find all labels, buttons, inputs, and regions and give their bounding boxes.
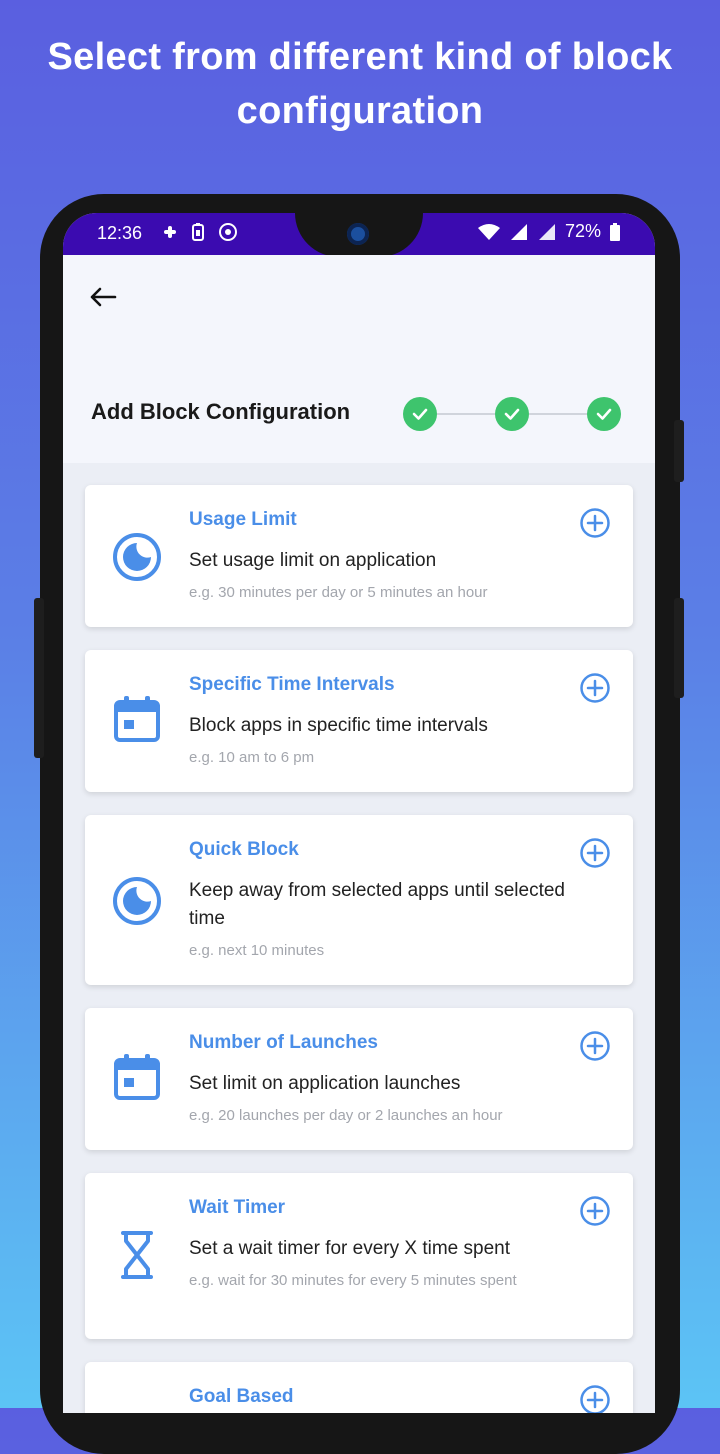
status-icons-right: 72% [477, 221, 621, 242]
add-circle-icon[interactable] [579, 1384, 611, 1413]
phone-side-button [674, 420, 684, 482]
slack-icon [164, 226, 176, 238]
settings-app-icon [219, 223, 237, 241]
card-description: Set limit on application launches [189, 1073, 461, 1094]
card-specific-time-intervals[interactable]: Specific Time Intervals Block apps in sp… [85, 650, 633, 792]
calendar-icon [114, 696, 160, 742]
phone-screen: 12:36 72% Add Block Configuration Usage … [63, 213, 655, 1413]
add-circle-icon[interactable] [579, 837, 611, 869]
card-description: Set usage limit on application [189, 550, 437, 571]
step-1-complete [403, 397, 437, 431]
calendar-icon [114, 1054, 160, 1100]
card-title: Goal Based [189, 1386, 294, 1407]
card-example: e.g. 20 launches per day or 2 launches a… [189, 1107, 503, 1124]
app-bar: Add Block Configuration [63, 255, 655, 463]
check-icon [504, 408, 520, 420]
signal-icon [538, 223, 555, 240]
card-description: Set a wait timer for every X time spent [189, 1238, 511, 1259]
wifi-icon [477, 223, 500, 240]
hourglass-icon [121, 1231, 153, 1279]
card-example: e.g. next 10 minutes [189, 942, 325, 959]
check-icon [596, 408, 612, 420]
promo-headline: Select from different kind of block conf… [47, 36, 673, 132]
add-circle-icon[interactable] [579, 507, 611, 539]
step-2-complete [495, 397, 529, 431]
card-quick-block[interactable]: Quick Block Keep away from selected apps… [85, 815, 633, 985]
battery-icon [610, 222, 620, 241]
card-description: Block apps in specific time intervals [189, 715, 488, 736]
step-3-complete [587, 397, 621, 431]
card-example: e.g. 30 minutes per day or 5 minutes an … [189, 584, 488, 601]
clock-moon-icon [113, 533, 161, 581]
step-connector [529, 413, 587, 415]
card-title: Number of Launches [189, 1032, 378, 1053]
card-title: Usage Limit [189, 509, 297, 530]
battery-saver-icon [192, 223, 204, 241]
signal-icon [510, 223, 527, 240]
add-circle-icon[interactable] [579, 672, 611, 704]
card-description: Keep away from selected apps until selec… [189, 880, 565, 929]
step-connector [437, 413, 495, 415]
card-title: Specific Time Intervals [189, 674, 395, 695]
card-usage-limit[interactable]: Usage Limit Set usage limit on applicati… [85, 485, 633, 627]
card-wait-timer[interactable]: Wait Timer Set a wait timer for every X … [85, 1173, 633, 1339]
card-number-of-launches[interactable]: Number of Launches Set limit on applicat… [85, 1008, 633, 1150]
card-goal-based[interactable]: Goal Based [85, 1362, 633, 1413]
phone-side-button [674, 598, 684, 698]
card-title: Quick Block [189, 839, 299, 860]
progress-stepper [403, 397, 621, 431]
status-bar: 12:36 72% [63, 213, 655, 257]
clock-moon-icon [113, 877, 161, 925]
status-icons-left [161, 221, 239, 243]
arrow-left-icon[interactable] [85, 279, 121, 315]
check-icon [412, 408, 428, 420]
status-time: 12:36 [97, 223, 143, 243]
page-title: Add Block Configuration [91, 399, 351, 424]
battery-percent: 72% [564, 221, 601, 241]
front-camera [347, 223, 369, 245]
phone-side-button [34, 598, 44, 758]
card-example: e.g. wait for 30 minutes for every 5 min… [189, 1272, 517, 1289]
add-circle-icon[interactable] [579, 1195, 611, 1227]
card-example: e.g. 10 am to 6 pm [189, 749, 315, 766]
card-title: Wait Timer [189, 1197, 286, 1218]
add-circle-icon[interactable] [579, 1030, 611, 1062]
